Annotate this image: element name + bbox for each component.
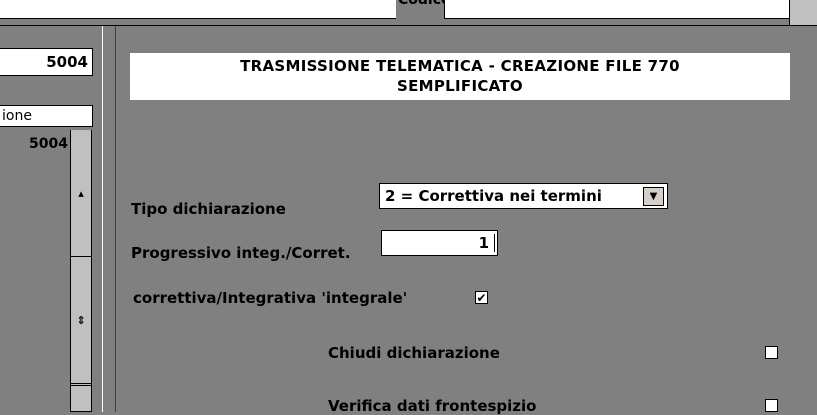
title-line-1: TRASMISSIONE TELEMATICA - CREAZIONE FILE… [240, 57, 680, 75]
verifica-frontespizio-label: Verifica dati frontespizio [328, 397, 537, 415]
dropdown-arrow-icon[interactable]: ▼ [643, 187, 664, 206]
scroll-down-button[interactable] [71, 385, 91, 412]
top-right-edge [789, 0, 817, 26]
list-item[interactable]: 5004 [0, 136, 68, 152]
scroll-up-button[interactable]: ▴ [71, 131, 91, 257]
top-field-left[interactable] [0, 0, 396, 19]
progressivo-label: Progressivo integ./Corret. [131, 244, 351, 262]
text-caret [494, 234, 495, 252]
panel-divider[interactable] [102, 26, 116, 412]
chiudi-dichiarazione-checkbox[interactable] [765, 346, 778, 359]
code-list[interactable] [0, 130, 70, 412]
verifica-frontespizio-checkbox[interactable] [765, 399, 778, 412]
tipo-dichiarazione-select[interactable]: 2 = Correttiva nei termini [379, 183, 668, 209]
scroll-up-icon: ▴ [78, 187, 84, 200]
correttiva-integrale-checkbox[interactable]: ✔ [475, 291, 488, 304]
tipo-dichiarazione-label: Tipo dichiarazione [131, 200, 286, 218]
progressivo-input[interactable]: 1 [381, 230, 498, 256]
search-field[interactable]: ione [0, 105, 93, 127]
title-line-2: SEMPLIFICATO [397, 77, 523, 95]
chiudi-dichiarazione-label: Chiudi dichiarazione [328, 344, 500, 362]
scroll-thumb[interactable]: ⇕ [71, 258, 91, 384]
page-title: TRASMISSIONE TELEMATICA - CREAZIONE FILE… [130, 53, 790, 100]
codice-fiscale-field[interactable] [444, 0, 790, 19]
code-field[interactable]: 5004 [0, 48, 93, 76]
scroll-updown-icon: ⇕ [76, 314, 86, 327]
correttiva-integrale-label: correttiva/Integrativa 'integrale' [133, 289, 408, 307]
tipo-dichiarazione-value: 2 = Correttiva nei termini [385, 187, 602, 205]
